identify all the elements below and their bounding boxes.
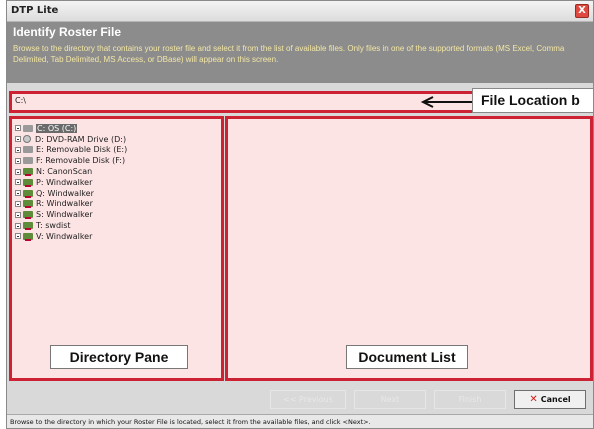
cancel-button[interactable]: ✕ Cancel [514,390,586,409]
dvd-drive-icon [23,135,31,144]
tree-item[interactable]: V: Windwalker [15,231,127,242]
tree-item-label: N: CanonScan [36,167,93,177]
network-drive-icon [23,178,33,187]
cancel-label: Cancel [540,395,571,404]
close-button[interactable]: X [575,4,589,18]
tree-item-label: Q: Windwalker [36,188,94,198]
expand-icon[interactable] [15,146,21,153]
tree-item-label: C: OS (C:) [36,123,78,133]
tree-item[interactable]: E: Removable Disk (E:) [15,145,127,156]
tree-item-label: F: Removable Disk (F:) [36,156,126,166]
page-description: Browse to the directory that contains yo… [13,44,565,64]
expand-icon[interactable] [15,211,21,218]
expand-icon[interactable] [15,136,21,143]
expand-icon[interactable] [15,233,21,240]
cancel-x-icon: ✕ [529,394,538,405]
tree-item[interactable]: P: Windwalker [15,177,127,188]
expand-icon[interactable] [15,125,21,132]
tree-item[interactable]: F: Removable Disk (F:) [15,155,127,166]
tree-item[interactable]: R: Windwalker [15,199,127,210]
expand-icon[interactable] [15,200,21,207]
left-arrow-icon [420,96,477,108]
network-drive-icon [23,168,33,177]
title-bar: DTP Lite X [7,1,593,22]
tree-item-label: T: swdist [36,221,71,231]
expand-icon[interactable] [15,222,21,229]
document-list-label: Document List [346,345,468,369]
tree-item-label: R: Windwalker [36,199,93,209]
tree-item-label: P: Windwalker [36,177,93,187]
tree-item-label: D: DVD-RAM Drive (D:) [35,134,127,144]
tree-item[interactable]: T: swdist [15,220,127,231]
directory-tree: C: OS (C:) D: DVD-RAM Drive (D:) E: Remova… [15,123,127,242]
previous-button[interactable]: << Previous [270,390,346,409]
next-button[interactable]: Next [354,390,426,409]
document-list[interactable]: Document List [225,116,593,381]
drive-icon [23,146,33,154]
dtp-lite-window: DTP Lite X Identify Roster File Browse t… [6,0,594,429]
status-bar: Browse to the directory in which your Ro… [7,414,593,428]
tree-item[interactable]: S: Windwalker [15,209,127,220]
window-title: DTP Lite [11,5,59,16]
finish-button[interactable]: Finish [434,390,506,409]
expand-icon[interactable] [15,179,21,186]
network-drive-icon [23,189,33,198]
drive-icon [23,157,33,165]
network-drive-icon [23,211,33,220]
tree-item-label: S: Windwalker [36,210,93,220]
network-drive-icon [23,222,33,231]
network-drive-icon [23,232,33,241]
tree-item-label: E: Removable Disk (E:) [36,145,128,155]
file-location-callout: File Location b [472,88,593,113]
tree-item[interactable]: C: OS (C:) [15,123,127,134]
header-banner: Identify Roster File Browse to the direc… [7,22,593,83]
tree-item[interactable]: N: CanonScan [15,166,127,177]
expand-icon[interactable] [15,190,21,197]
file-location-input[interactable] [15,96,215,105]
tree-item[interactable]: D: DVD-RAM Drive (D:) [15,134,127,145]
directory-pane[interactable]: C: OS (C:) D: DVD-RAM Drive (D:) E: Remova… [9,116,224,381]
tree-item[interactable]: Q: Windwalker [15,188,127,199]
expand-icon[interactable] [15,157,21,164]
network-drive-icon [23,200,33,209]
page-title: Identify Roster File [13,25,122,39]
drive-icon [23,124,33,132]
expand-icon[interactable] [15,168,21,175]
directory-pane-label: Directory Pane [50,345,188,369]
tree-item-label: V: Windwalker [36,231,93,241]
